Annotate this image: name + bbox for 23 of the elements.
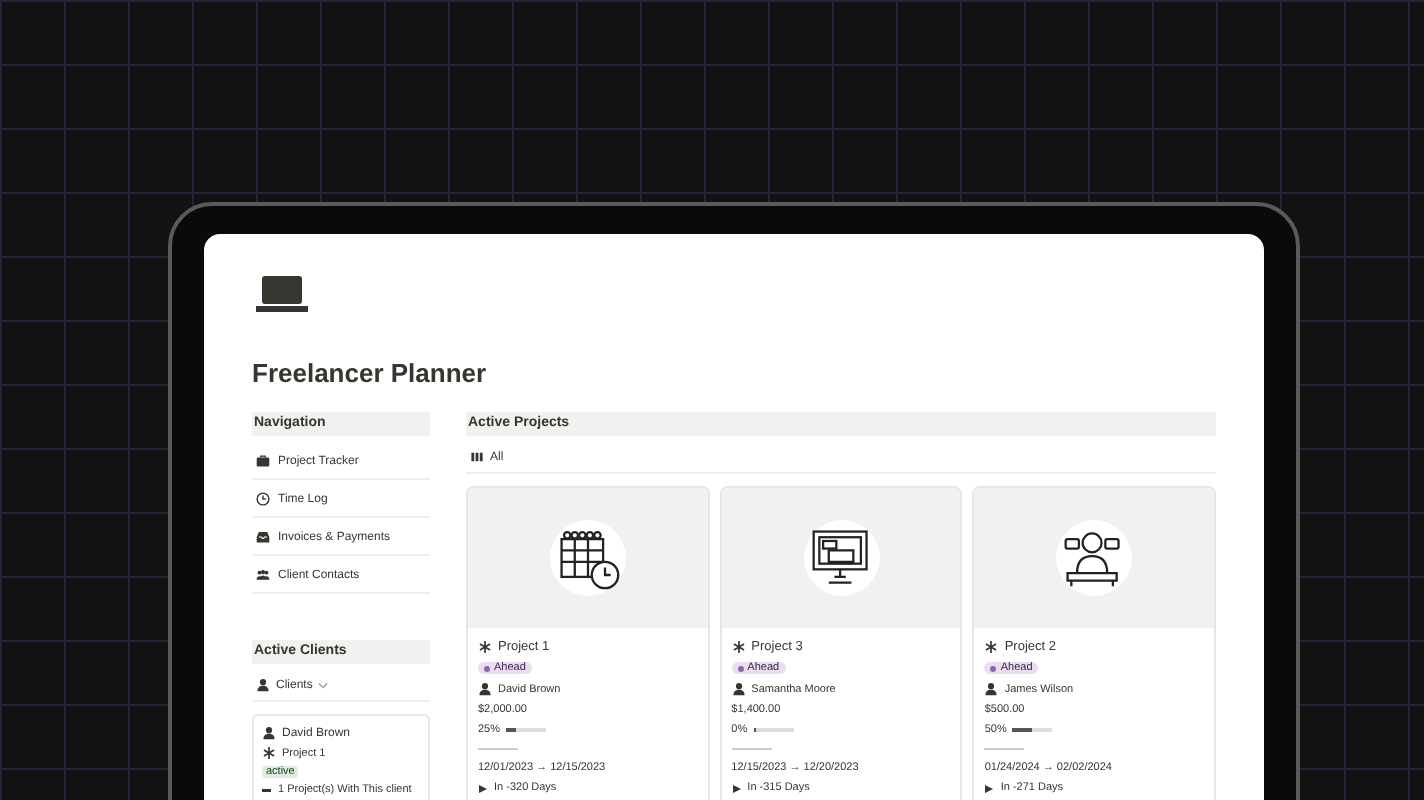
laptop-icon <box>256 274 308 314</box>
asterisk-icon <box>478 640 492 654</box>
play-icon <box>984 783 995 793</box>
person-icon <box>262 726 276 740</box>
clock-icon <box>256 492 270 506</box>
chevron-down-icon <box>318 681 329 689</box>
person-icon <box>256 678 270 692</box>
computer-drawing <box>811 530 867 584</box>
tray-icon <box>256 530 270 544</box>
play-icon <box>478 783 488 793</box>
page-title: Freelancer Planner <box>252 358 489 388</box>
table-icon <box>470 450 484 464</box>
person-icon <box>984 682 999 696</box>
person-at-desk-drawing <box>1064 532 1121 588</box>
briefcase-icon <box>256 454 270 468</box>
person-icon <box>731 682 746 696</box>
calendar-clock-drawing <box>560 531 619 590</box>
person-icon <box>478 682 492 696</box>
play-icon <box>731 783 742 793</box>
asterisk-icon <box>731 640 746 654</box>
asterisk-icon <box>984 640 999 654</box>
asterisk-icon <box>262 746 276 760</box>
people-icon <box>256 568 270 582</box>
